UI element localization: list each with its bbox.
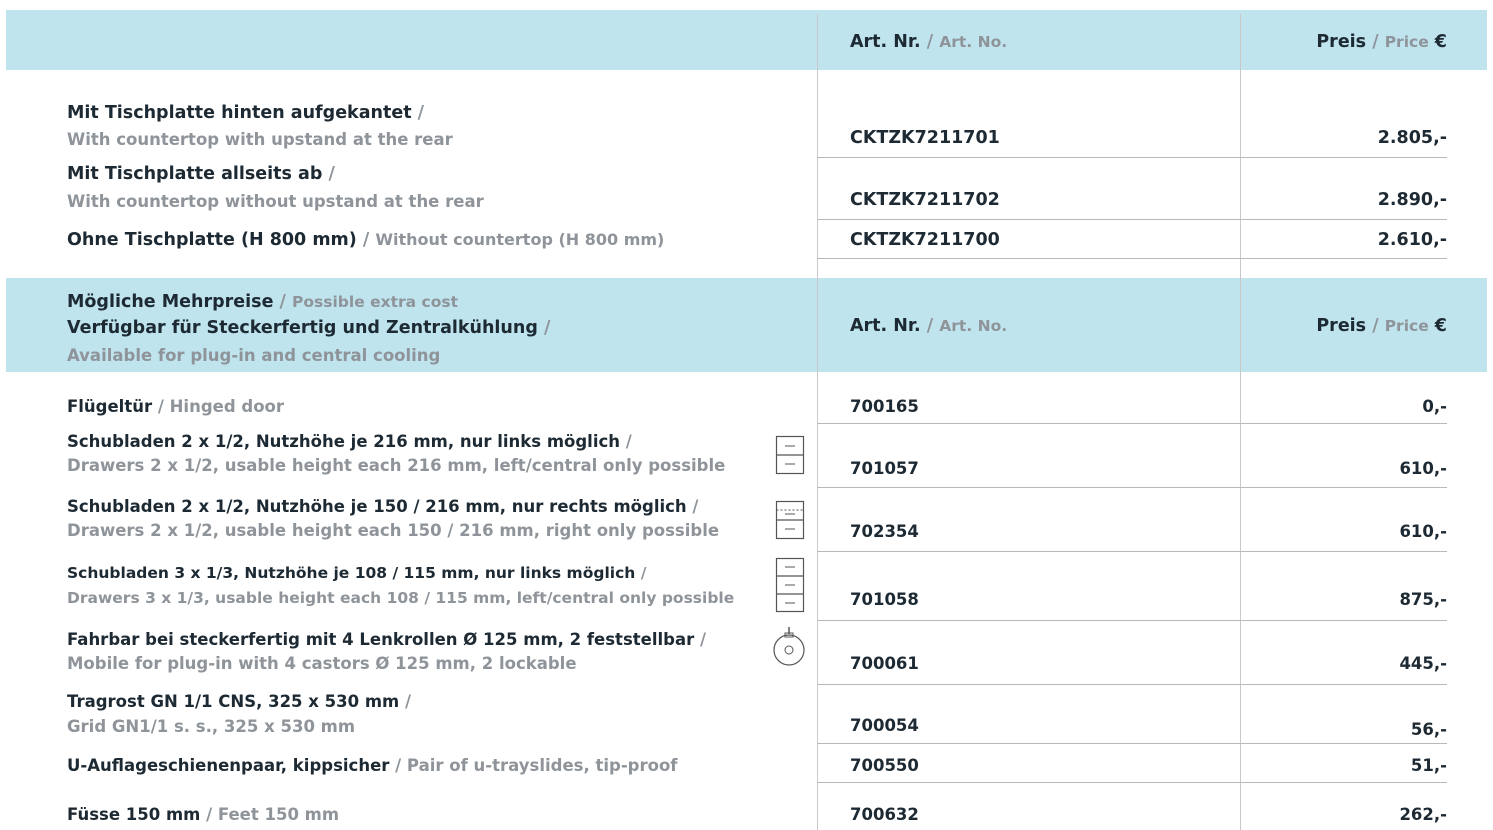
row-separator: [817, 487, 1447, 488]
row-separator: [817, 620, 1447, 621]
price: 610,-: [1399, 459, 1447, 478]
drawers-2-dashed-icon: [775, 500, 805, 540]
art-nr-header: Art. Nr. / Art. No.: [850, 32, 1008, 52]
drawers-2-icon: [775, 435, 805, 475]
article-number: 700165: [850, 397, 919, 416]
extra-subtitle: Grid GN1/1 s. s., 325 x 530 mm: [67, 717, 356, 736]
article-number: CKTZK7211701: [850, 128, 1000, 148]
extra-title: Füsse 150 mm / Feet 150 mm: [67, 805, 340, 824]
article-number: 700061: [850, 654, 919, 673]
row-separator: [817, 684, 1447, 685]
article-number: 701057: [850, 459, 919, 478]
extras-header-availability-en: Available for plug-in and central coolin…: [67, 346, 441, 365]
article-number: CKTZK7211700: [850, 230, 1000, 250]
price: 56,-: [1410, 720, 1447, 739]
price: 2.610,-: [1377, 230, 1447, 250]
product-subtitle: With countertop with upstand at the rear: [67, 130, 453, 149]
product-title: Mit Tischplatte hinten aufgekantet /: [67, 103, 425, 123]
extra-subtitle: Drawers 2 x 1/2, usable height each 216 …: [67, 456, 726, 475]
article-number: 700054: [850, 716, 919, 735]
article-number: 701058: [850, 590, 919, 609]
row-separator: [817, 743, 1447, 744]
price: 445,-: [1399, 654, 1447, 673]
article-number: CKTZK7211702: [850, 190, 1000, 210]
art-nr-header: Art. Nr. / Art. No.: [850, 316, 1008, 336]
column-divider: [1240, 14, 1241, 830]
price: 2.805,-: [1377, 128, 1447, 148]
row-separator: [817, 258, 1447, 259]
extra-title: Tragrost GN 1/1 CNS, 325 x 530 mm /: [67, 692, 412, 711]
extra-title: Flügeltür / Hinged door: [67, 397, 285, 416]
extras-header-title: Mögliche Mehrpreise / Possible extra cos…: [67, 292, 458, 312]
extra-title: Schubladen 2 x 1/2, Nutzhöhe je 150 / 21…: [67, 497, 699, 516]
extra-title: U-Auflageschienenpaar, kippsicher / Pair…: [67, 756, 678, 775]
extra-subtitle: Mobile for plug-in with 4 castors Ø 125 …: [67, 654, 577, 673]
price: 875,-: [1399, 590, 1447, 609]
price-header: Preis / Price €: [1316, 316, 1447, 336]
extra-title: Schubladen 2 x 1/2, Nutzhöhe je 216 mm, …: [67, 432, 632, 451]
article-number: 700632: [850, 805, 919, 824]
price: 262,-: [1399, 805, 1447, 824]
price: 51,-: [1410, 756, 1447, 775]
price-header: Preis / Price €: [1316, 32, 1447, 52]
article-number: 700550: [850, 756, 919, 775]
extra-subtitle: Drawers 2 x 1/2, usable height each 150 …: [67, 521, 720, 540]
extra-title: Schubladen 3 x 1/3, Nutzhöhe je 108 / 11…: [67, 564, 647, 582]
article-number: 702354: [850, 522, 919, 541]
row-separator: [817, 782, 1447, 783]
price: 2.890,-: [1377, 190, 1447, 210]
column-divider: [817, 14, 818, 830]
row-separator: [817, 157, 1447, 158]
extra-subtitle: Drawers 3 x 1/3, usable height each 108 …: [67, 589, 735, 607]
price: 0,-: [1422, 397, 1447, 416]
product-title: Mit Tischplatte allseits ab /: [67, 164, 335, 184]
product-subtitle: With countertop without upstand at the r…: [67, 192, 484, 211]
castor-icon: [773, 627, 805, 666]
drawers-3-icon: [775, 557, 805, 613]
row-separator: [817, 219, 1447, 220]
product-title: Ohne Tischplatte (H 800 mm) / Without co…: [67, 230, 665, 250]
price: 610,-: [1399, 522, 1447, 541]
row-separator: [817, 423, 1447, 424]
extras-header-availability: Verfügbar für Steckerfertig und Zentralk…: [67, 318, 551, 338]
row-separator: [817, 551, 1447, 552]
extra-title: Fahrbar bei steckerfertig mit 4 Lenkroll…: [67, 630, 707, 649]
header-band-top: [6, 10, 1487, 70]
